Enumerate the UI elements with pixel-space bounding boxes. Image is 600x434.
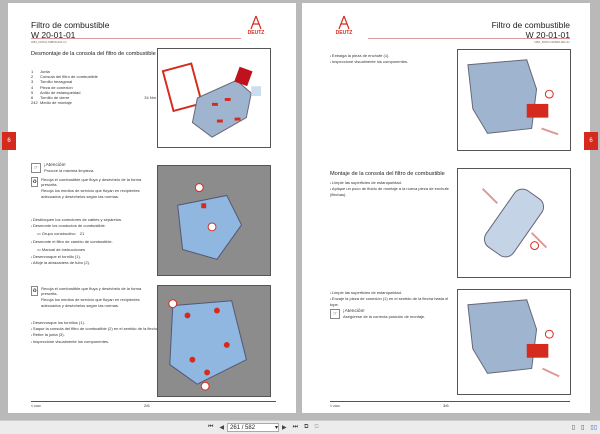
continuous-view-icon[interactable]: ▯ (581, 424, 584, 431)
page-title: Filtro de combustible (31, 20, 110, 30)
exploded-view-figure (157, 48, 271, 148)
page-number: 3/6 (443, 403, 449, 408)
two-page-view-icon[interactable]: ▯▯ (590, 424, 597, 431)
single-page-view-icon[interactable]: ▯ (572, 424, 575, 431)
previous-page-icon[interactable]: ◀ (219, 424, 224, 431)
left-page: Filtro de combustible W 20-01-01 OBJ_DOK… (8, 3, 296, 413)
chapter-tab: 6 (584, 132, 598, 150)
steps: Limpie las superficies de estanqueidad. … (330, 290, 455, 308)
footer-copyright: © 2020 (330, 404, 340, 408)
parts-item: 242 Medio de montaje (31, 100, 72, 106)
console-figure (457, 49, 571, 151)
attention-note: ☞ ¡Atención! Asegúrese de la correcta pos… (330, 309, 440, 319)
step: Inspeccione visualmente los componentes. (330, 59, 455, 65)
header-rule (31, 38, 241, 39)
reference-manual: ▭ Manual de instrucciones (37, 246, 86, 252)
chevron-down-icon[interactable]: ▾ (275, 424, 278, 431)
page-number: 2/6 (144, 403, 150, 408)
steps: Limpie las superficies de estanqueidad. … (330, 180, 455, 198)
step: Encaje la pieza de conexión (1) en el se… (330, 296, 455, 307)
pdf-toolbar: ⏮ ◀ 261 / 582 ▾ ▶ ⏭ ⧉ ⧉ ▯ ▯ ▯▯ (0, 420, 600, 434)
section-heading: Montaje de la consola del filtro de comb… (330, 171, 445, 177)
steps: Desbloquee los conectores de cables y se… (31, 217, 161, 266)
attention-hand-icon: ☞ (31, 163, 41, 173)
environment-note: ♻ Recoja el combustible que fluya y desé… (31, 286, 142, 308)
engine-figure-1 (157, 165, 271, 276)
engine-figure-2 (157, 285, 271, 397)
reference-grupo: ▭ Grupo constructivo 21 (37, 231, 85, 237)
chapter-tab: 6 (2, 132, 16, 150)
svg-text:DEUTZ: DEUTZ (248, 30, 265, 35)
first-page-icon[interactable]: ⏮ (208, 424, 213, 431)
environment-icon: ♻ (31, 286, 39, 296)
page-number-input[interactable]: 261 / 582 ▾ (227, 423, 280, 432)
environment-note: ♻ Recoja el combustible que fluya y desé… (31, 177, 142, 199)
page-title: Filtro de combustible (491, 20, 570, 30)
section-heading: Desmontaje de la consola del filtro de c… (31, 51, 156, 57)
paste-icon[interactable]: ⧉ (314, 424, 318, 431)
last-page-icon[interactable]: ⏭ (293, 424, 298, 431)
svg-text:DEUTZ: DEUTZ (336, 30, 353, 35)
step: Aplique un poco de fluido de montaje a l… (330, 186, 455, 197)
step: Desmonte el filtro de cambio de combusti… (31, 239, 161, 245)
console-figure (457, 289, 571, 395)
step: Inspeccione visualmente los componentes. (31, 339, 161, 345)
attention-hand-icon: ☞ (330, 309, 340, 319)
next-page-icon[interactable]: ▶ (282, 424, 287, 431)
step: Afloje la abrazadera de tubo (2). (31, 260, 161, 266)
steps: Extraiga la pieza de enchufe (1). Inspec… (330, 53, 455, 65)
plug-figure (457, 168, 571, 278)
steps: Desenrosque los tornillos (1). Saque la … (31, 320, 161, 345)
doc-id: OBJ_DOKU-50839-001.fm (31, 40, 67, 44)
step: Desmonte los conductos de combustible. (31, 223, 161, 229)
attention-note: ☞ ¡Atención! Procure la máxima limpieza. (31, 163, 156, 173)
copy-icon[interactable]: ⧉ (304, 424, 308, 431)
doc-id: OBJ_DOKU-50839-001.fm (534, 40, 570, 44)
deutz-logo: DEUTZ (248, 15, 265, 35)
footer-copyright: © 2020 (31, 404, 41, 408)
footer-rule (31, 401, 276, 402)
right-page: DEUTZ Filtro de combustible W 20-01-01 O… (302, 3, 590, 413)
deutz-logo: DEUTZ (336, 15, 353, 35)
parts-list: 1 Junta 2 Consola del filtro de combustibl… (31, 69, 156, 105)
environment-icon: ♻ (31, 177, 39, 187)
footer-rule (330, 401, 570, 402)
header-rule (368, 38, 570, 39)
